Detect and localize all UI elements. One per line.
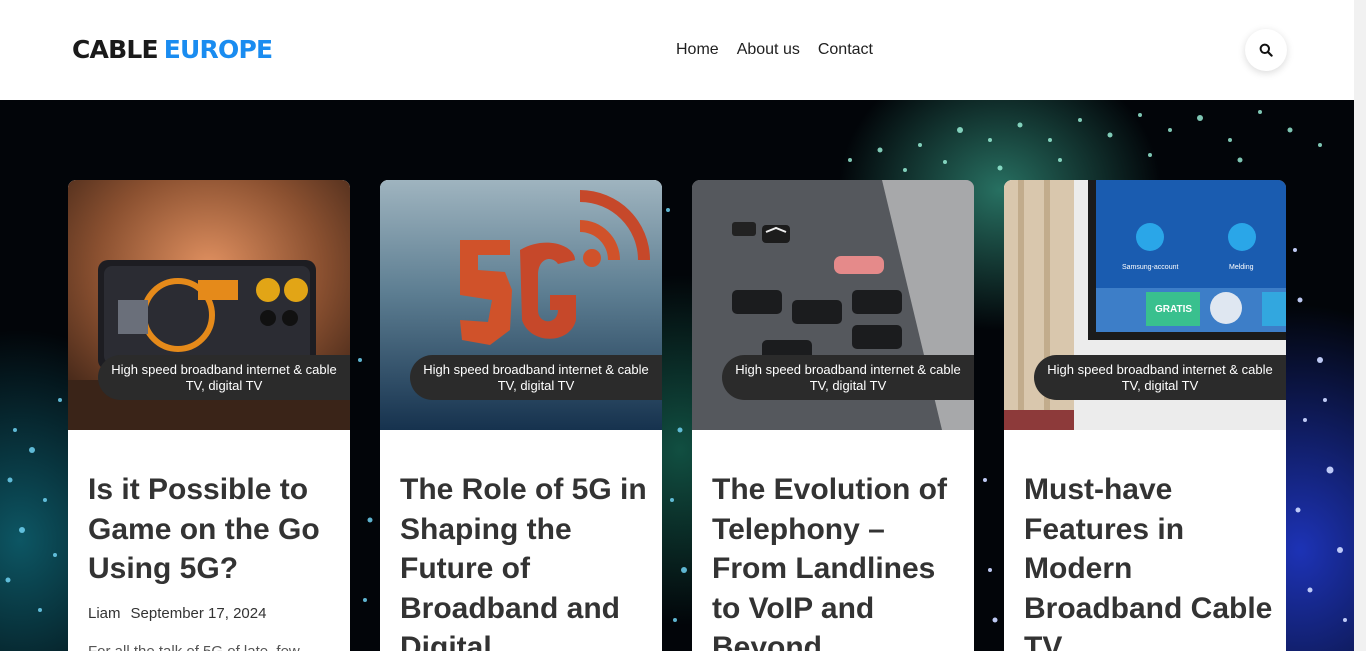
tv-promo-label: GRATIS <box>1155 304 1192 315</box>
post-title[interactable]: Must-have Features in Modern Broadband C… <box>1024 470 1274 651</box>
post-date: September 17, 2024 <box>130 605 267 622</box>
nav-about-us[interactable]: About us <box>737 40 800 60</box>
page-scrollbar[interactable] <box>1354 0 1366 651</box>
main-nav: Home About us Contact <box>676 40 891 60</box>
post-thumbnail-smart-tv[interactable]: Samsung-account Melding GRATIS High spee… <box>1004 180 1286 430</box>
post-thumbnail-phone[interactable]: High speed broadband internet & cable TV… <box>692 180 974 430</box>
post-thumbnail-5g[interactable]: High speed broadband internet & cable TV… <box>380 180 662 430</box>
post-card[interactable]: High speed broadband internet & cable TV… <box>380 180 662 651</box>
tv-account-label: Samsung-account <box>1122 264 1178 271</box>
search-icon <box>1259 43 1273 57</box>
post-category-badge[interactable]: High speed broadband internet & cable TV… <box>722 355 974 400</box>
post-card[interactable]: High speed broadband internet & cable TV… <box>692 180 974 651</box>
tv-notice-label: Melding <box>1229 264 1254 271</box>
post-title[interactable]: The Evolution of Telephony – From Landli… <box>712 470 962 651</box>
post-title[interactable]: Is it Possible to Game on the Go Using 5… <box>88 470 338 589</box>
post-category-badge[interactable]: High speed broadband internet & cable TV… <box>1034 355 1286 400</box>
post-card[interactable]: High speed broadband internet & cable TV… <box>68 180 350 651</box>
post-meta: Liam September 17, 2024 <box>88 605 266 622</box>
nav-contact[interactable]: Contact <box>818 40 873 60</box>
site-logo[interactable]: CABLE EUROPE <box>72 35 273 64</box>
post-title[interactable]: The Role of 5G in Shaping the Future of … <box>400 470 650 651</box>
logo-text-europe: EUROPE <box>163 35 273 64</box>
search-button[interactable] <box>1245 29 1287 71</box>
post-card[interactable]: Samsung-account Melding GRATIS High spee… <box>1004 180 1286 651</box>
post-category-badge[interactable]: High speed broadband internet & cable TV… <box>98 355 350 400</box>
post-excerpt: For all the talk of 5G of late, few <box>88 643 338 651</box>
nav-home[interactable]: Home <box>676 40 719 60</box>
hero-section: High speed broadband internet & cable TV… <box>0 100 1354 651</box>
logo-text-cable: CABLE <box>72 35 159 64</box>
post-category-badge[interactable]: High speed broadband internet & cable TV… <box>410 355 662 400</box>
post-thumbnail-gaming-phone[interactable]: High speed broadband internet & cable TV… <box>68 180 350 430</box>
site-header: CABLE EUROPE Home About us Contact <box>0 0 1354 100</box>
post-author[interactable]: Liam <box>88 605 121 622</box>
